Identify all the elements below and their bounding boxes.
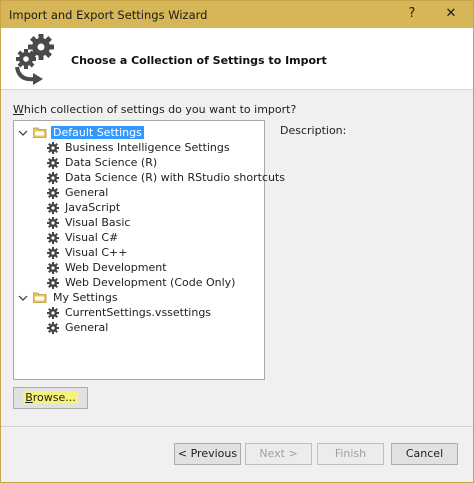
gear-icon: [47, 171, 59, 184]
tree-item[interactable]: CurrentSettings.vssettings: [47, 305, 213, 320]
collapse-chevron-icon[interactable]: [18, 293, 28, 303]
tree-item-label: Data Science (R) with RStudio shortcuts: [65, 171, 285, 184]
tree-group-my-settings[interactable]: My Settings: [18, 290, 120, 305]
tree-item[interactable]: Web Development: [47, 260, 169, 275]
finish-button[interactable]: Finish: [317, 443, 384, 465]
help-button[interactable]: ?: [402, 6, 422, 21]
tree-item-label: Visual C#: [65, 231, 119, 244]
browse-label: rowse...: [32, 391, 76, 404]
browse-access-key: B: [25, 391, 33, 404]
tree-item[interactable]: JavaScript: [47, 200, 122, 215]
gears-arrow-icon: [11, 31, 61, 87]
cancel-button[interactable]: Cancel: [391, 443, 458, 465]
wizard-header: Choose a Collection of Settings to Impor…: [1, 28, 473, 90]
next-button[interactable]: Next >: [245, 443, 312, 465]
gear-icon: [47, 201, 59, 214]
tree-item-label: Business Intelligence Settings: [65, 141, 230, 154]
tree-item[interactable]: Visual C#: [47, 230, 120, 245]
tree-item[interactable]: Business Intelligence Settings: [47, 140, 232, 155]
gear-icon: [47, 276, 59, 289]
prompt-text: hich collection of settings do you want …: [23, 103, 297, 116]
gear-icon: [47, 216, 59, 229]
gear-icon: [47, 246, 59, 259]
description-label: Description:: [280, 124, 347, 137]
gear-icon: [47, 141, 59, 154]
tree-item[interactable]: Visual C++: [47, 245, 129, 260]
title-bar[interactable]: Import and Export Settings Wizard ? ✕: [1, 1, 473, 28]
tree-item[interactable]: Visual Basic: [47, 215, 132, 230]
folder-icon: [32, 292, 47, 303]
browse-button[interactable]: Browse...: [13, 387, 88, 409]
gear-icon: [47, 186, 59, 199]
folder-icon: [32, 127, 47, 138]
tree-item[interactable]: Data Science (R) with RStudio shortcuts: [47, 170, 287, 185]
settings-tree[interactable]: Default Settings Business Intelligence S…: [13, 120, 285, 380]
tree-item-label: JavaScript: [65, 201, 121, 214]
gear-icon: [47, 306, 59, 319]
tree-item-label: General: [65, 186, 109, 199]
tree-item[interactable]: Web Development (Code Only): [47, 275, 237, 290]
tree-item[interactable]: General: [47, 320, 110, 335]
previous-button[interactable]: < Previous: [174, 443, 241, 465]
wizard-window: Import and Export Settings Wizard ? ✕ Ch…: [0, 0, 474, 483]
collection-prompt: Which collection of settings do you want…: [13, 103, 296, 116]
tree-group-default-settings[interactable]: Default Settings: [18, 125, 144, 140]
footer-separator: [1, 426, 473, 427]
window-title: Import and Export Settings Wizard: [9, 8, 208, 22]
gear-icon: [47, 231, 59, 244]
tree-group-label: My Settings: [53, 291, 118, 304]
tree-item[interactable]: Data Science (R): [47, 155, 159, 170]
gear-icon: [47, 321, 59, 334]
tree-item-label: General: [65, 321, 109, 334]
prompt-access-key: W: [13, 103, 24, 116]
tree-item-label: Visual Basic: [65, 216, 131, 229]
close-button[interactable]: ✕: [441, 6, 461, 21]
tree-item-label: Web Development: [65, 261, 167, 274]
tree-item-label: Data Science (R): [65, 156, 158, 169]
tree-item-label: Visual C++: [65, 246, 128, 259]
collapse-chevron-icon[interactable]: [18, 128, 28, 138]
tree-item[interactable]: General: [47, 185, 110, 200]
browse-highlight: Browse...: [23, 391, 78, 404]
gear-icon: [47, 261, 59, 274]
tree-item-label: Web Development (Code Only): [65, 276, 236, 289]
page-title: Choose a Collection of Settings to Impor…: [71, 54, 327, 67]
tree-item-label: CurrentSettings.vssettings: [65, 306, 212, 319]
gear-icon: [47, 156, 59, 169]
tree-group-label: Default Settings: [51, 126, 144, 139]
